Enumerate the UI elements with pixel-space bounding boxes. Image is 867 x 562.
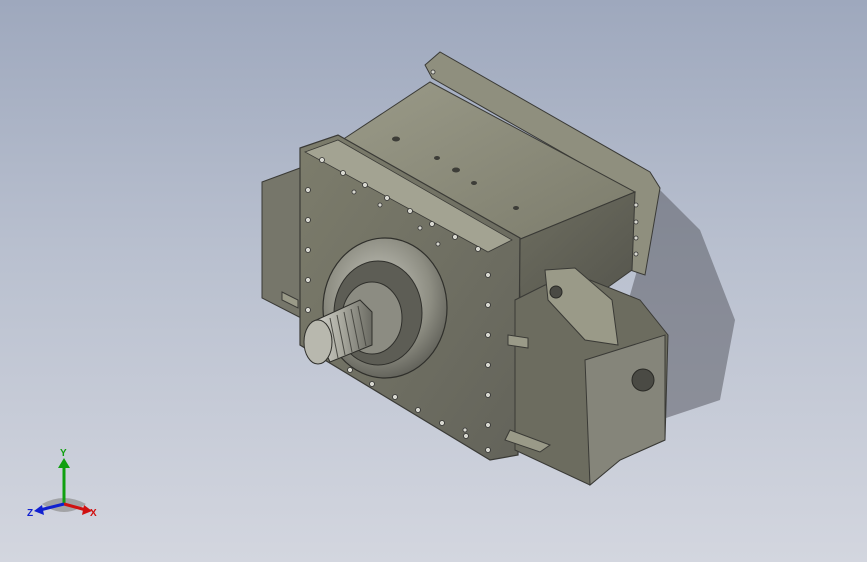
mount-hole <box>631 368 655 392</box>
z-axis-label: Z <box>27 508 33 519</box>
gearbox-model[interactable] <box>261 51 669 487</box>
x-axis-label: X <box>90 508 97 519</box>
y-axis-arrow <box>58 458 70 468</box>
right-mount-face <box>584 334 666 487</box>
y-axis-label: Y <box>60 448 67 459</box>
z-axis-arrow <box>34 505 44 515</box>
shaft-end-face <box>303 319 333 365</box>
lug-hole <box>549 285 563 299</box>
axis-triad: Y X Z <box>27 448 97 519</box>
cad-viewport[interactable] <box>0 0 867 562</box>
